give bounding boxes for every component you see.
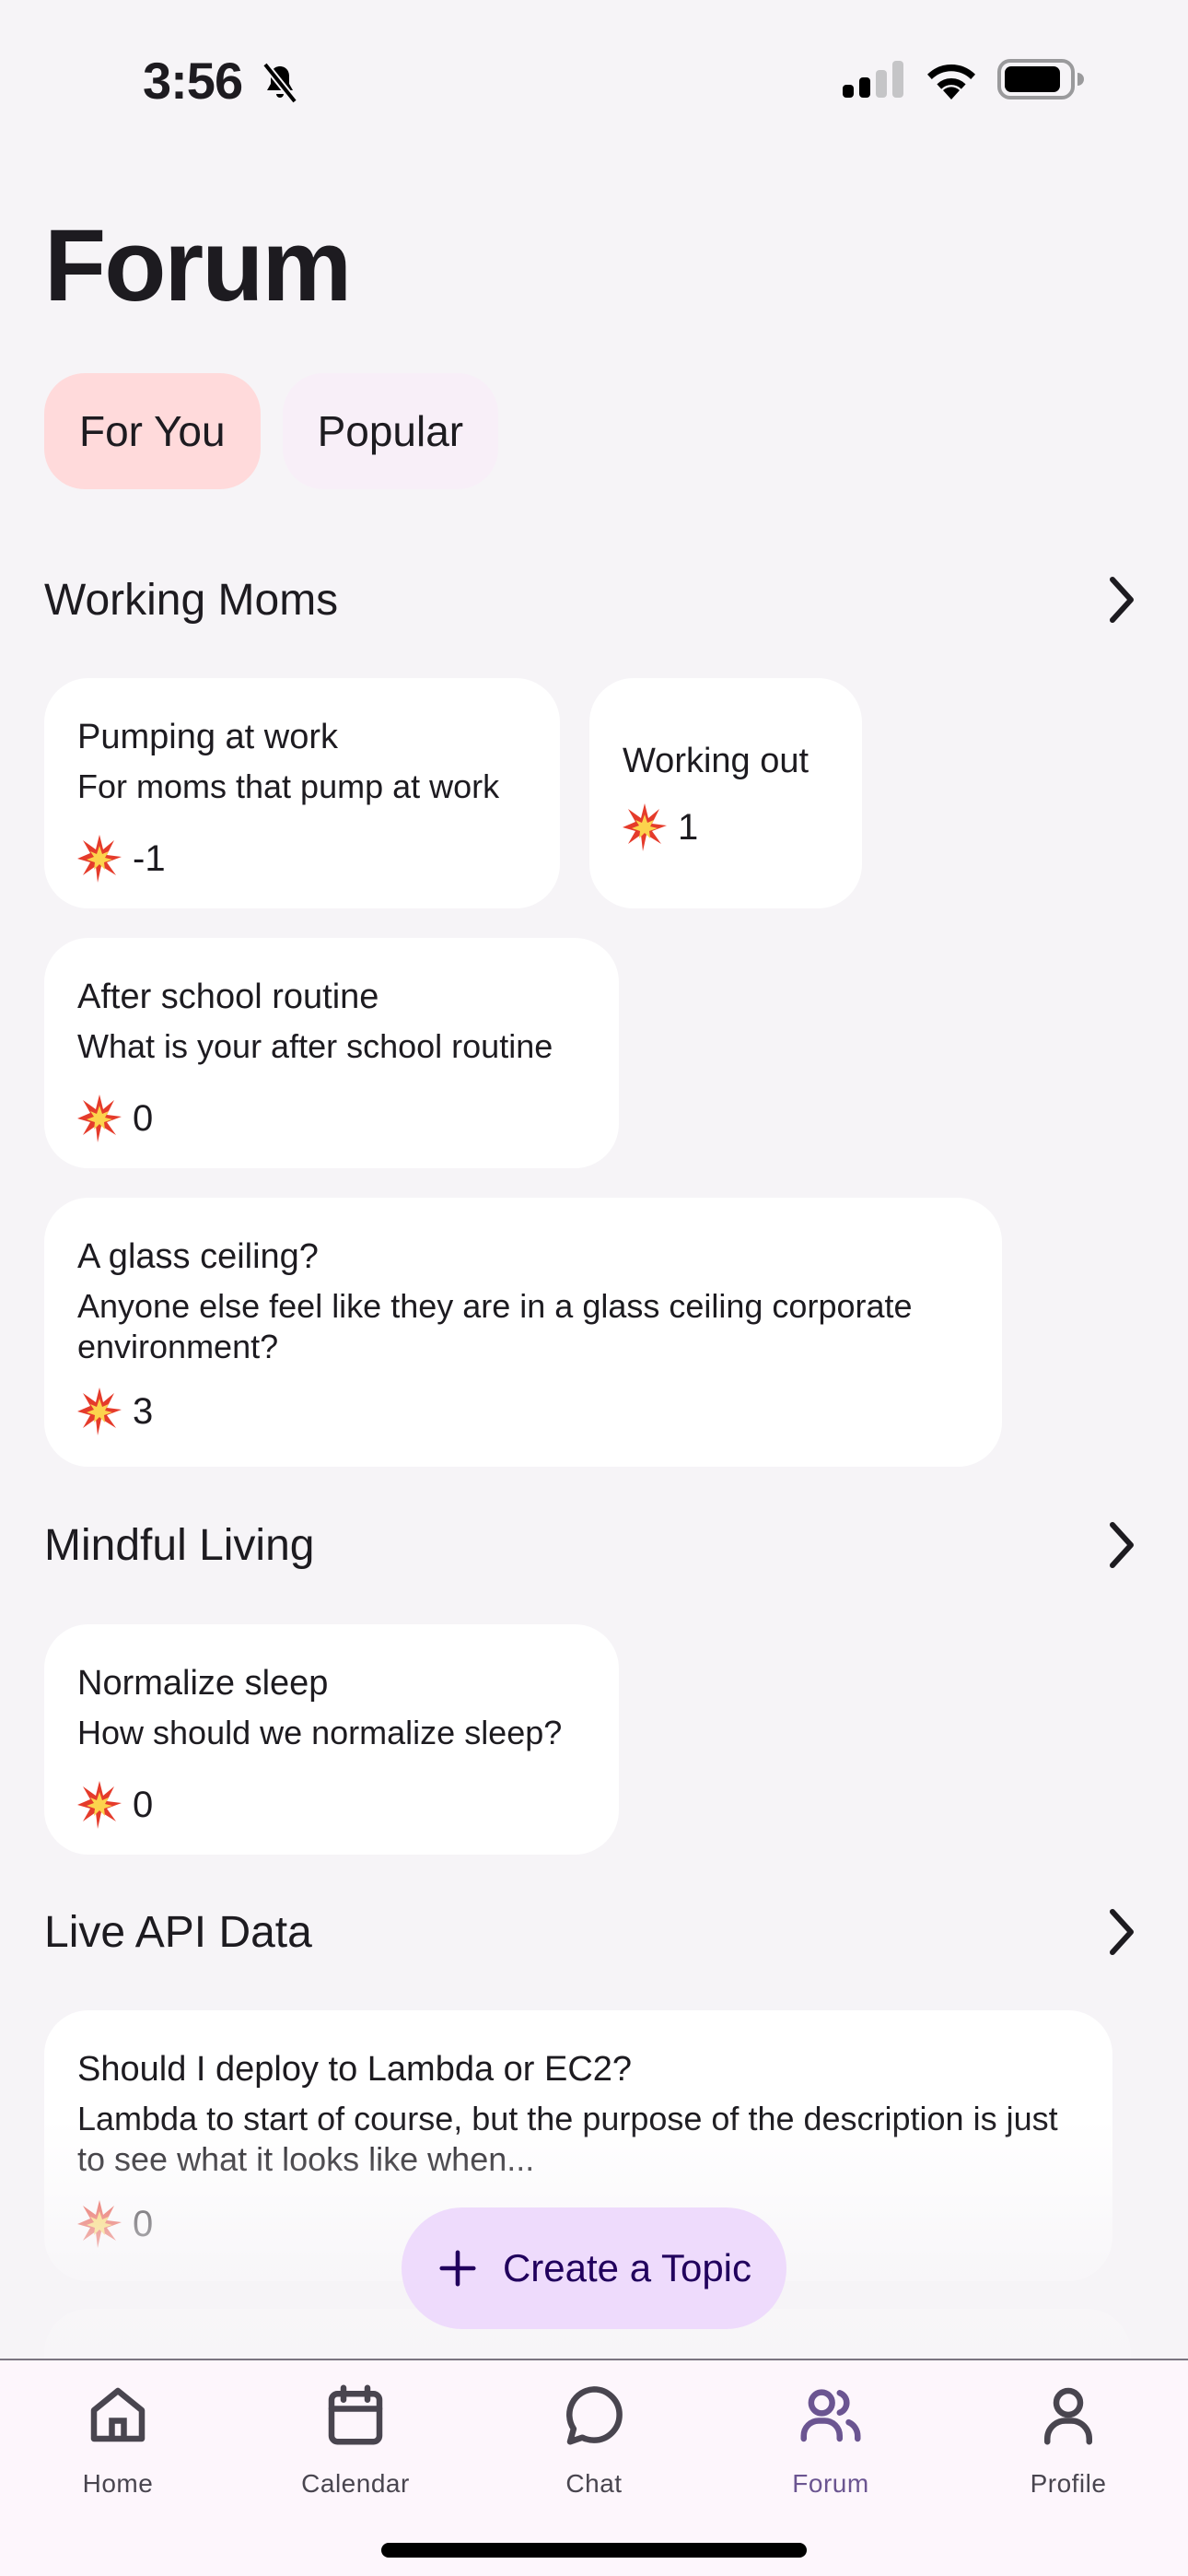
topic-title: Normalize sleep bbox=[77, 1664, 329, 1703]
topic-score-value: 0 bbox=[133, 2203, 154, 2244]
battery-icon bbox=[997, 59, 1084, 100]
topic-description: Lambda to start of course, but the purpo… bbox=[77, 2100, 1058, 2178]
chevron-right-icon[interactable] bbox=[1103, 1906, 1140, 1958]
nav-profile[interactable]: Profile bbox=[976, 2379, 1160, 2499]
section-title: Live API Data bbox=[44, 1907, 312, 1957]
topic-description: What is your after school routine bbox=[77, 1027, 553, 1065]
home-icon bbox=[90, 2387, 146, 2442]
nav-label: Chat bbox=[565, 2469, 623, 2498]
nav-forum[interactable]: Forum bbox=[739, 2379, 923, 2499]
page-title: Forum bbox=[44, 209, 352, 322]
collision-emoji-icon bbox=[623, 803, 667, 851]
topic-description: For moms that pump at work bbox=[77, 767, 500, 805]
section-title: Mindful Living bbox=[44, 1520, 315, 1570]
topic-score-value: 3 bbox=[133, 1390, 154, 1432]
create-topic-label: Create a Topic bbox=[502, 2246, 752, 2289]
nav-label: Home bbox=[82, 2469, 154, 2498]
collision-emoji-icon bbox=[77, 2200, 122, 2248]
nav-chat[interactable]: Chat bbox=[502, 2379, 686, 2499]
topic-title: After school routine bbox=[77, 978, 379, 1016]
person-icon bbox=[1044, 2387, 1092, 2445]
topic-card[interactable]: Working out 1 bbox=[589, 678, 862, 908]
chat-bubble-icon bbox=[566, 2386, 623, 2445]
collision-emoji-icon bbox=[77, 1388, 122, 1435]
topic-score-value: -1 bbox=[133, 837, 166, 879]
topic-title: Should I deploy to Lambda or EC2? bbox=[77, 2050, 633, 2089]
plus-icon bbox=[439, 2250, 476, 2287]
chevron-right-icon[interactable] bbox=[1103, 1519, 1140, 1571]
filter-tabs: For You Popular bbox=[44, 373, 499, 489]
section-title: Working Moms bbox=[44, 575, 339, 625]
home-indicator[interactable] bbox=[381, 2543, 807, 2558]
nav-home[interactable]: Home bbox=[26, 2379, 210, 2499]
status-bar: 3:56 bbox=[0, 0, 1188, 147]
topic-score-value: 0 bbox=[133, 1097, 154, 1139]
nav-label: Calendar bbox=[301, 2469, 410, 2498]
section-header-live-api-data[interactable]: Live API Data bbox=[44, 1900, 1140, 1964]
topic-score-value: 0 bbox=[133, 1784, 154, 1825]
cellular-signal-icon bbox=[843, 61, 903, 98]
collision-emoji-icon bbox=[77, 835, 122, 883]
chevron-right-icon[interactable] bbox=[1103, 574, 1140, 626]
topic-score: -1 bbox=[77, 835, 527, 883]
topic-card[interactable]: After school routine What is your after … bbox=[44, 938, 619, 1168]
calendar-icon bbox=[328, 2384, 383, 2445]
section-header-working-moms[interactable]: Working Moms bbox=[44, 568, 1140, 632]
topic-card[interactable]: Normalize sleep How should we normalize … bbox=[44, 1624, 619, 1855]
topic-score: 3 bbox=[77, 1388, 969, 1435]
collision-emoji-icon bbox=[77, 1095, 122, 1142]
nav-calendar[interactable]: Calendar bbox=[263, 2379, 448, 2499]
topic-title: Working out bbox=[623, 742, 809, 780]
nav-label: Profile bbox=[1030, 2469, 1107, 2498]
topic-description: Anyone else feel like they are in a glas… bbox=[77, 1287, 913, 1365]
topic-score: 0 bbox=[77, 1781, 586, 1829]
section-header-mindful-living[interactable]: Mindful Living bbox=[44, 1513, 1140, 1577]
people-icon bbox=[800, 2389, 861, 2442]
collision-emoji-icon bbox=[77, 1781, 122, 1829]
topic-score: 1 bbox=[623, 803, 829, 851]
wifi-icon bbox=[927, 64, 975, 100]
topic-title: Pumping at work bbox=[77, 718, 339, 756]
nav-label: Forum bbox=[792, 2469, 869, 2498]
topic-card[interactable]: Pumping at work For moms that pump at wo… bbox=[44, 678, 560, 908]
topic-score: 0 bbox=[77, 1095, 586, 1142]
create-topic-button[interactable]: Create a Topic bbox=[402, 2207, 786, 2329]
bell-slash-icon bbox=[262, 62, 298, 104]
topic-description: How should we normalize sleep? bbox=[77, 1714, 563, 1751]
status-time: 3:56 bbox=[143, 52, 243, 110]
topic-title: A glass ceiling? bbox=[77, 1237, 319, 1276]
topic-score-value: 1 bbox=[678, 806, 699, 848]
tab-for-you[interactable]: For You bbox=[44, 373, 261, 489]
tab-popular[interactable]: Popular bbox=[282, 373, 499, 489]
topic-card[interactable]: A glass ceiling? Anyone else feel like t… bbox=[44, 1198, 1002, 1467]
